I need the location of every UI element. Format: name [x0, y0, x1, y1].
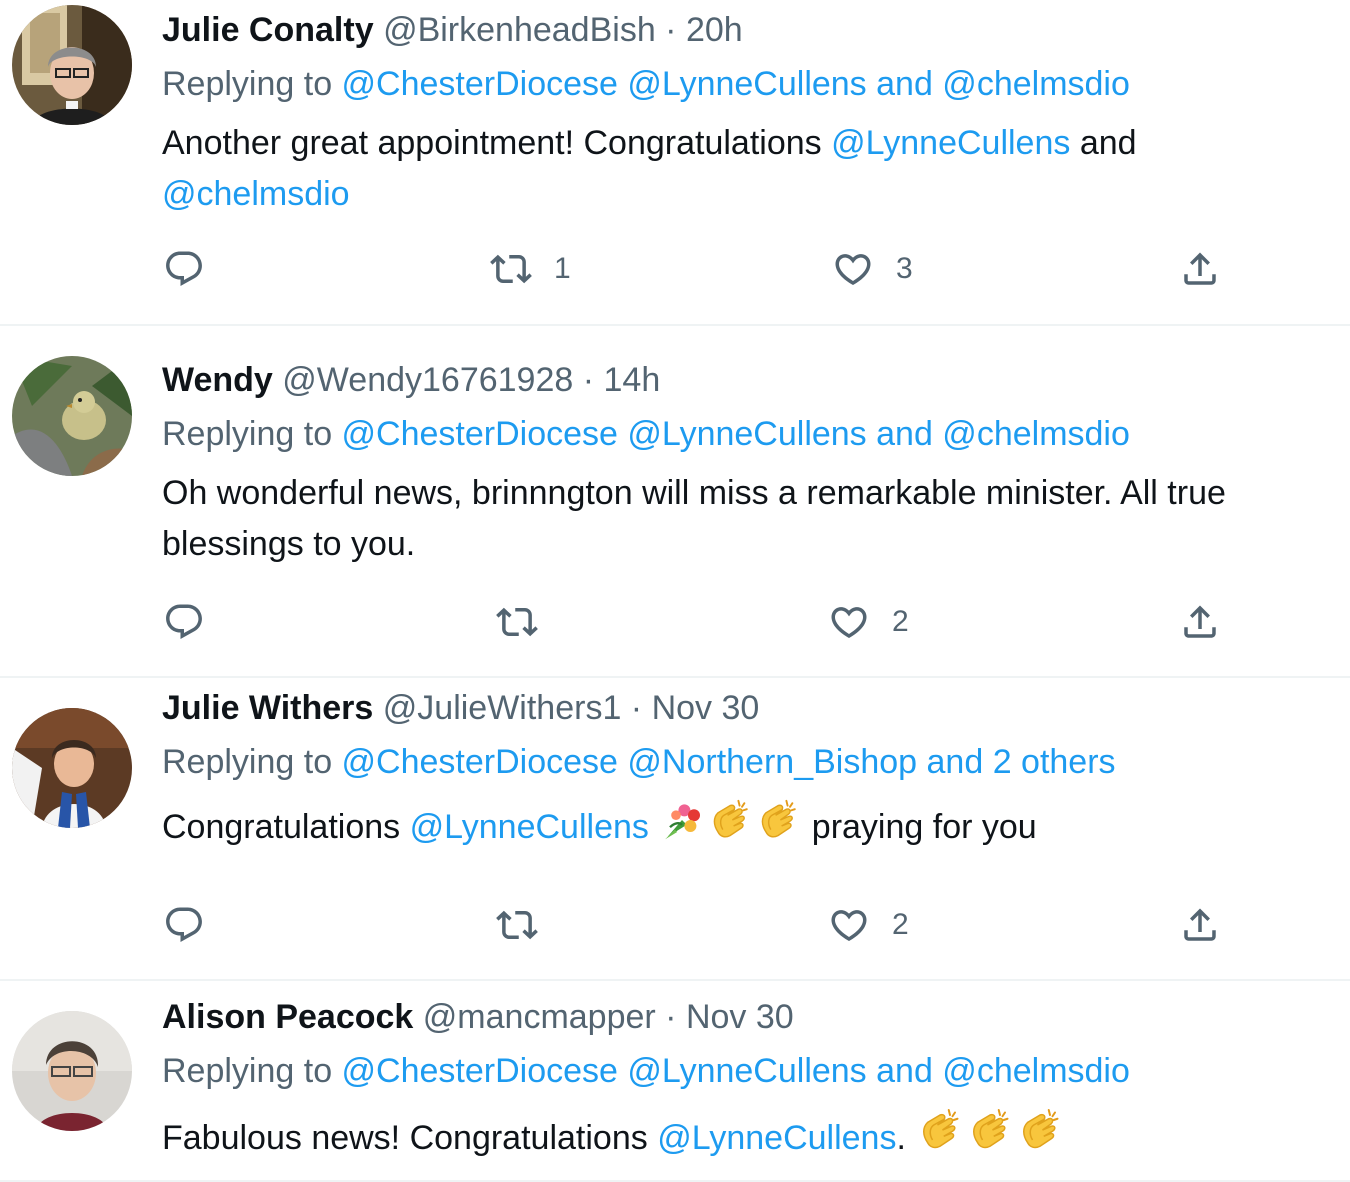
- retweet-icon: [490, 248, 532, 290]
- clapping-hands-emoji: [965, 1105, 1015, 1155]
- replying-to-label: Replying to: [162, 415, 342, 453]
- share-icon: [1179, 248, 1221, 290]
- tweet[interactable]: Julie Conalty @BirkenheadBish · 20h Repl…: [0, 0, 1350, 326]
- tweet-header: Julie Withers @JulieWithers1 · Nov 30: [162, 688, 1346, 728]
- user-handle[interactable]: @mancmapper: [423, 998, 656, 1036]
- mention-link[interactable]: @ChesterDiocese: [342, 65, 618, 103]
- like-button[interactable]: 3: [832, 244, 913, 294]
- reply-button[interactable]: [163, 597, 227, 647]
- replying-to: Replying to @ChesterDiocese @LynneCullen…: [162, 414, 1346, 454]
- avatar[interactable]: [12, 1011, 132, 1131]
- clapping-hands-emoji: [1015, 1105, 1065, 1155]
- avatar[interactable]: [12, 5, 132, 125]
- share-icon: [1179, 904, 1221, 946]
- timestamp[interactable]: Nov 30: [652, 689, 760, 727]
- tweet-actions: 1 3: [0, 244, 1350, 294]
- like-button[interactable]: 2: [828, 900, 909, 950]
- like-count: 3: [896, 252, 913, 285]
- separator-dot: ·: [655, 11, 686, 49]
- like-icon: [832, 248, 874, 290]
- separator-dot: ·: [655, 998, 686, 1036]
- clapping-hands-emoji: [754, 796, 802, 844]
- display-name[interactable]: Julie Conalty: [162, 11, 374, 49]
- clapping-hands-emoji: [706, 796, 754, 844]
- mention-link[interactable]: @ChesterDiocese: [342, 1052, 618, 1090]
- tweet-actions: 2: [0, 597, 1350, 647]
- tweet[interactable]: Alison Peacock @mancmapper · Nov 30 Repl…: [0, 981, 1350, 1182]
- tweet-text-part: .: [896, 1119, 916, 1157]
- replying-to-label: Replying to: [162, 743, 342, 781]
- tweet-header: Wendy @Wendy16761928 · 14h: [162, 360, 1346, 400]
- user-handle[interactable]: @Wendy16761928: [282, 361, 573, 399]
- like-icon: [828, 904, 870, 946]
- mention-link[interactable]: @LynneCullens and @chelmsdio: [627, 415, 1129, 453]
- mention-link[interactable]: @LynneCullens: [831, 124, 1070, 162]
- tweet-text-part: Fabulous news! Congratulations: [162, 1119, 658, 1157]
- reply-icon: [163, 248, 205, 290]
- tweet-text: Fabulous news! Congratulations @LynneCul…: [162, 1105, 1346, 1164]
- tweet-header: Julie Conalty @BirkenheadBish · 20h: [162, 10, 1346, 50]
- retweet-count: 1: [554, 252, 571, 285]
- share-button[interactable]: [1179, 244, 1221, 294]
- share-button[interactable]: [1179, 597, 1221, 647]
- retweet-button[interactable]: 1: [490, 244, 571, 294]
- replying-to: Replying to @ChesterDiocese @LynneCullen…: [162, 1051, 1346, 1091]
- tweet[interactable]: Wendy @Wendy16761928 · 14h Replying to @…: [0, 326, 1350, 678]
- like-count: 2: [892, 908, 909, 941]
- retweet-icon: [496, 601, 538, 643]
- retweet-button[interactable]: [496, 597, 560, 647]
- avatar[interactable]: [12, 708, 132, 828]
- tweet-text-part: Oh wonderful news, brinnngton will miss …: [162, 474, 1226, 563]
- mention-link[interactable]: @chelmsdio: [162, 175, 350, 213]
- tweet-text: Oh wonderful news, brinnngton will miss …: [162, 468, 1346, 570]
- tweet-header: Alison Peacock @mancmapper · Nov 30: [162, 997, 1346, 1037]
- tweet-text-part: Congratulations: [162, 808, 410, 846]
- avatar[interactable]: [12, 356, 132, 476]
- replying-to-label: Replying to: [162, 1052, 342, 1090]
- bouquet-emoji: [658, 796, 706, 844]
- timestamp[interactable]: 20h: [686, 11, 743, 49]
- tweet-text: Congratulations @LynneCullens praying fo…: [162, 796, 1346, 853]
- mention-link[interactable]: @ChesterDiocese: [342, 415, 618, 453]
- display-name[interactable]: Wendy: [162, 361, 273, 399]
- tweet-text-part: and: [1070, 124, 1137, 162]
- tweet[interactable]: Julie Withers @JulieWithers1 · Nov 30 Re…: [0, 678, 1350, 981]
- like-button[interactable]: 2: [828, 597, 909, 647]
- tweet-actions: 2: [0, 900, 1350, 950]
- mention-link[interactable]: @LynneCullens and @chelmsdio: [627, 1052, 1129, 1090]
- user-handle[interactable]: @JulieWithers1: [383, 689, 622, 727]
- timestamp[interactable]: Nov 30: [686, 998, 794, 1036]
- reply-icon: [163, 601, 205, 643]
- share-icon: [1179, 601, 1221, 643]
- retweet-button[interactable]: [496, 900, 560, 950]
- tweet-text: Another great appointment! Congratulatio…: [162, 118, 1346, 220]
- separator-dot: ·: [573, 361, 604, 399]
- display-name[interactable]: Alison Peacock: [162, 998, 413, 1036]
- mention-link[interactable]: @ChesterDiocese: [342, 743, 618, 781]
- mention-link[interactable]: @LynneCullens: [410, 808, 649, 846]
- tweet-text-part: praying for you: [802, 808, 1037, 846]
- user-handle[interactable]: @BirkenheadBish: [383, 11, 656, 49]
- mention-link[interactable]: @Northern_Bishop and 2 others: [627, 743, 1115, 781]
- timestamp[interactable]: 14h: [604, 361, 661, 399]
- separator-dot: ·: [621, 689, 652, 727]
- reply-icon: [163, 904, 205, 946]
- replying-to-label: Replying to: [162, 65, 342, 103]
- tweet-text-part: Another great appointment! Congratulatio…: [162, 124, 832, 162]
- clapping-hands-emoji: [915, 1105, 965, 1155]
- reply-button[interactable]: [163, 900, 227, 950]
- reply-button[interactable]: [163, 244, 227, 294]
- replying-to: Replying to @ChesterDiocese @LynneCullen…: [162, 64, 1346, 104]
- display-name[interactable]: Julie Withers: [162, 689, 373, 727]
- retweet-icon: [496, 904, 538, 946]
- mention-link[interactable]: @LynneCullens: [657, 1119, 896, 1157]
- like-icon: [828, 601, 870, 643]
- like-count: 2: [892, 605, 909, 638]
- replying-to: Replying to @ChesterDiocese @Northern_Bi…: [162, 742, 1346, 782]
- mention-link[interactable]: @LynneCullens and @chelmsdio: [627, 65, 1129, 103]
- share-button[interactable]: [1179, 900, 1221, 950]
